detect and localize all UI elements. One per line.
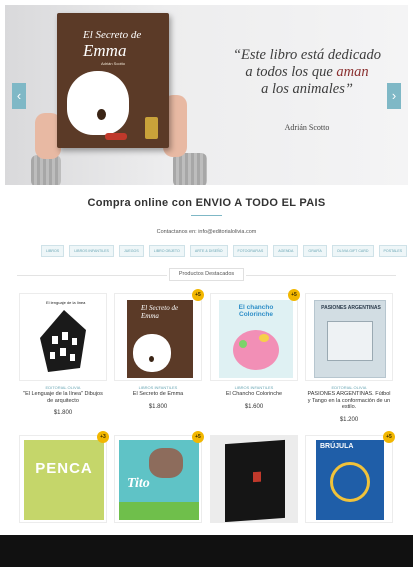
dog-eye (97, 109, 106, 120)
product-card[interactable]: PENCA +3 (19, 431, 109, 535)
color-spot (239, 340, 247, 348)
architecture-drawing-icon (40, 310, 86, 372)
product-price: $1.200 (339, 417, 359, 423)
book-cover: BRÚJULA (316, 440, 384, 520)
right-sleeve (173, 153, 207, 185)
hero-quote-author: Adrián Scotto (284, 123, 330, 132)
black-box (225, 439, 285, 522)
category-grafia[interactable]: GRAFÍA (303, 245, 327, 257)
hero-banner[interactable]: El Secreto de Emma Adrián Scotto “Este li… (5, 5, 408, 185)
hero-book-author: Adrián Scotto (100, 61, 125, 66)
product-price: $1.800 (148, 404, 168, 410)
cover-title: Tito (127, 476, 150, 491)
compass-icon (330, 462, 370, 502)
product-card[interactable]: El lenguaje de la línea EDITORIAL OLIVIA… (19, 293, 107, 428)
page-heading: Compra online con ENVIO A TODO EL PAIS (87, 197, 326, 209)
pig-illustration (233, 330, 279, 370)
featured-products-label: Productos Destacados (169, 268, 244, 281)
product-image[interactable]: BRÚJULA (305, 435, 393, 523)
product-price: $1.600 (244, 404, 264, 410)
category-libros[interactable]: LIBROS (41, 245, 65, 257)
dog-eye (149, 356, 154, 362)
product-image[interactable]: El lenguaje de la línea (19, 293, 107, 381)
dog-illustration (133, 334, 171, 372)
variants-badge: +3 (97, 431, 109, 443)
category-fotografias[interactable]: FOTOGRAFIAS (232, 245, 269, 257)
left-sleeve (31, 155, 61, 185)
product-card[interactable]: El chancho Colorinche +5 LIBROS INFANTIL… (210, 289, 300, 428)
category-nav: LIBROS LIBROS INFANTILES JUEGOS LIBRO OB… (41, 245, 408, 257)
variants-badge: +5 (288, 289, 300, 301)
slider-prev-button[interactable]: ‹ (12, 83, 26, 109)
book-cover: El chancho Colorinche (219, 300, 293, 378)
product-name[interactable]: PASIONES ARGENTINAS. Fútbol y Tango en l… (307, 391, 391, 411)
variants-badge: +5 (192, 431, 204, 443)
product-price: $1.800 (53, 410, 73, 416)
heading-underline (191, 215, 222, 216)
category-juegos[interactable]: JUEGOS (118, 245, 144, 257)
product-name[interactable]: El Secreto de Emma (116, 391, 200, 398)
category-libro-objeto[interactable]: LIBRO OBJETO (148, 245, 185, 257)
product-name[interactable]: El Chancho Colorinche (212, 391, 296, 398)
product-card[interactable]: Tito +5 (114, 431, 204, 535)
divider-left (17, 275, 167, 276)
character-illustration (149, 448, 183, 478)
cover-title: El chancho Colorinche (238, 304, 274, 318)
product-image[interactable]: Tito (114, 435, 202, 523)
product-image[interactable] (210, 435, 298, 523)
product-card[interactable]: PASIONES ARGENTINAS EDITORIAL OLIVIA PAS… (305, 293, 393, 428)
book-cover: PENCA (24, 440, 104, 520)
category-libros-infantiles[interactable]: LIBROS INFANTILES (69, 245, 114, 257)
product-card[interactable]: BRÚJULA +5 (305, 431, 395, 535)
bottom-bar (0, 535, 413, 567)
category-arte-diseno[interactable]: ARTE & DISEÑO (189, 245, 228, 257)
slider-next-button[interactable]: › (387, 83, 401, 109)
book-cover: PASIONES ARGENTINAS (314, 300, 386, 378)
product-image[interactable]: El chancho Colorinche (210, 293, 298, 381)
lock-illustration (145, 117, 158, 139)
product-image[interactable]: PASIONES ARGENTINAS (305, 293, 393, 381)
cover-title: El lenguaje de la línea (46, 300, 86, 305)
product-name[interactable]: "El Lenguaje de la línea" Dibujos de arq… (21, 391, 105, 404)
category-agenda[interactable]: AGENDA (273, 245, 299, 257)
product-image[interactable]: PENCA (19, 435, 107, 523)
hero-book-cover: El Secreto de Emma Adrián Scotto (57, 13, 169, 148)
dog-illustration (67, 71, 129, 135)
product-category: LIBROS INFANTILES (138, 385, 178, 390)
cover-title: El Secreto de Emma (141, 304, 179, 320)
hero-book-title: El Secreto de Emma (83, 29, 142, 60)
book-cover: Tito (119, 440, 199, 520)
hero-quote: “Este libro está dedicado a todos los qu… (232, 47, 382, 97)
cover-photo (327, 321, 373, 361)
color-spot (259, 334, 269, 342)
category-gift-card[interactable]: OLIVIA GIFT CARD (331, 245, 374, 257)
grass (119, 502, 199, 520)
product-category: EDITORIAL OLIVIA (45, 385, 81, 390)
product-card[interactable]: El Secreto de Emma +5 LIBROS INFANTILES … (114, 289, 204, 428)
contact-line: Contactanos en: info@editorialolivia.com (156, 229, 257, 235)
product-category: EDITORIAL OLIVIA (331, 385, 367, 390)
product-card[interactable] (210, 435, 298, 535)
page: El Secreto de Emma Adrián Scotto “Este li… (5, 5, 408, 567)
divider-right (246, 275, 396, 276)
cover-title: PASIONES ARGENTINAS (321, 305, 381, 311)
variants-badge: +5 (383, 431, 395, 443)
product-category: LIBROS INFANTILES (234, 385, 274, 390)
dog-collar (105, 133, 127, 140)
red-mark (253, 471, 261, 483)
book-cover: El Secreto de Emma (127, 300, 193, 378)
cover-title: PENCA (35, 460, 93, 477)
cover-title: BRÚJULA (320, 443, 354, 450)
product-image[interactable]: El Secreto de Emma (114, 293, 202, 381)
category-postales[interactable]: POSTALES (378, 245, 408, 257)
variants-badge: +5 (192, 289, 204, 301)
